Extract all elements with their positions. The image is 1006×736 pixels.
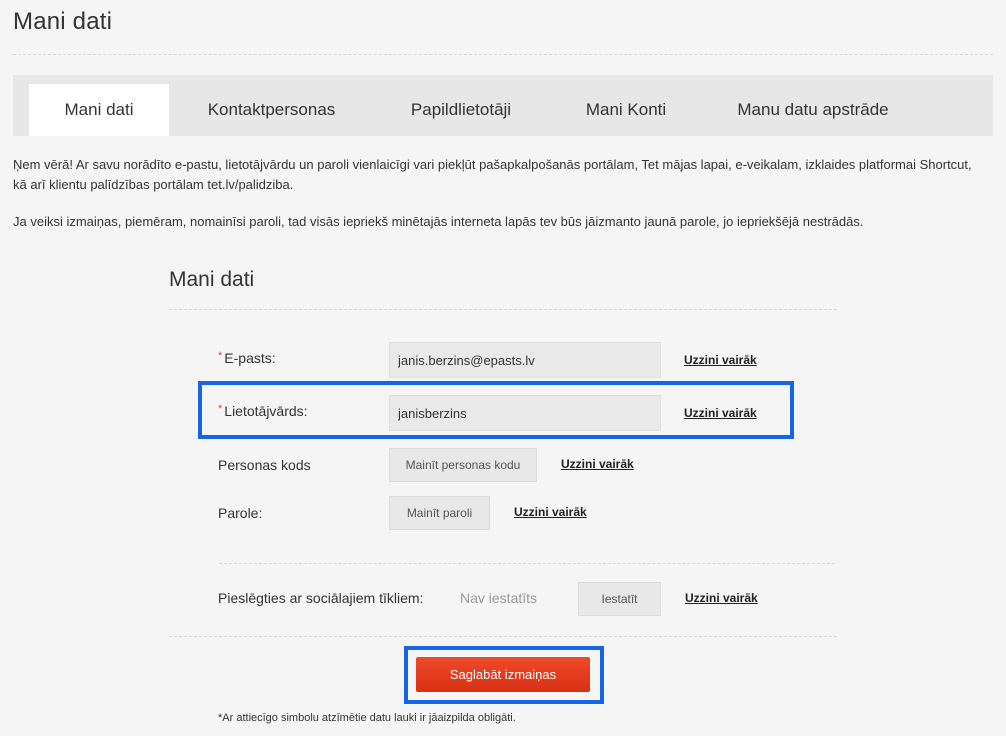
password-more-link[interactable]: Uzzini vairāk (514, 505, 587, 519)
personal-code-label: Personas kods (218, 457, 311, 473)
username-more-link[interactable]: Uzzini vairāk (684, 406, 757, 420)
tab-mani-konti[interactable]: Mani Konti (570, 84, 682, 136)
social-setup-button[interactable]: Iestatīt (578, 582, 661, 616)
tab-kontaktpersonas[interactable]: Kontaktpersonas (188, 84, 355, 136)
email-more-link[interactable]: Uzzini vairāk (684, 353, 757, 367)
change-personal-code-button[interactable]: Mainīt personas kodu (389, 448, 537, 482)
section-title: Mani dati (169, 268, 255, 291)
social-label: Pieslēgties ar sociālajiem tīkliem: (218, 590, 424, 606)
divider (169, 636, 837, 637)
required-footnote: *Ar attiecīgo simbolu atzīmētie datu lau… (218, 712, 516, 724)
required-mark: * (218, 350, 223, 362)
email-field[interactable] (389, 342, 661, 378)
save-button[interactable]: Saglabāt izmaiņas (416, 657, 590, 692)
username-label: * Lietotājvārds: (218, 403, 308, 419)
divider (219, 563, 835, 564)
username-field[interactable] (389, 395, 661, 431)
required-mark: * (218, 403, 223, 415)
tab-bar: Mani dati Kontaktpersonas Papildlietotāj… (13, 75, 993, 136)
password-label: Parole: (218, 505, 263, 521)
tab-manu-datu-apstrade[interactable]: Manu datu apstrāde (723, 84, 903, 136)
tab-mani-dati[interactable]: Mani dati (29, 84, 169, 136)
tab-papildlietotaji[interactable]: Papildlietotāji (393, 84, 529, 136)
email-label: * E-pasts: (218, 350, 276, 366)
change-password-button[interactable]: Mainīt paroli (389, 496, 490, 530)
notice-text: Ņem vērā! Ar savu norādīto e-pastu, liet… (13, 157, 972, 192)
page-title: Mani dati (13, 8, 113, 35)
divider (13, 54, 993, 55)
divider (169, 309, 837, 310)
personal-code-more-link[interactable]: Uzzini vairāk (561, 457, 634, 471)
notice-text-change: Ja veiksi izmaiņas, piemēram, nomainīsi … (13, 214, 864, 229)
social-more-link[interactable]: Uzzini vairāk (685, 591, 758, 605)
social-status: Nav iestatīts (460, 590, 538, 606)
